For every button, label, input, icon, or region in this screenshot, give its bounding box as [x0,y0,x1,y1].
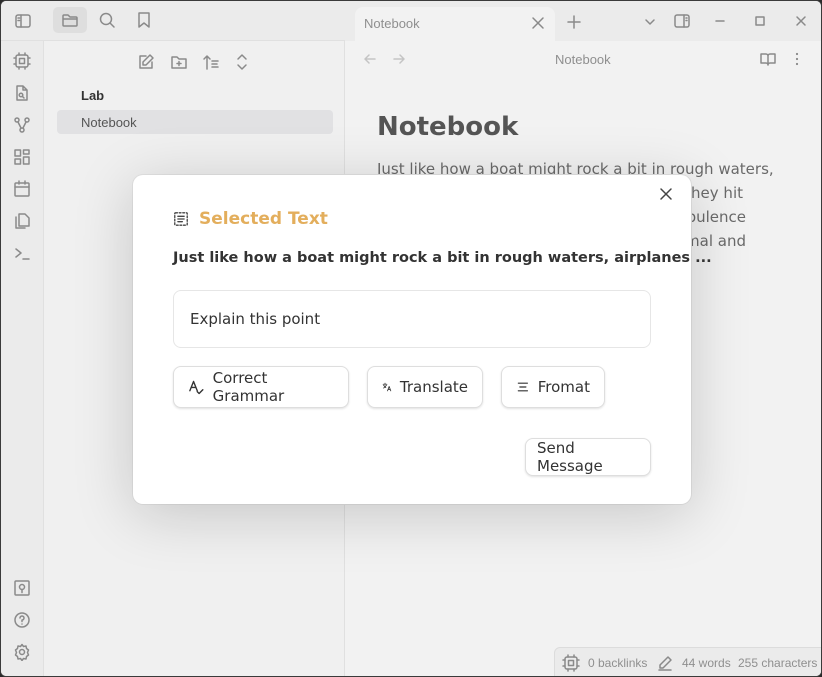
send-message-button[interactable]: Send Message [525,438,651,476]
translate-button[interactable]: Translate [367,366,483,408]
selected-text-modal: Selected Text Just like how a boat might… [133,175,712,504]
button-label: Correct Grammar [212,369,285,405]
app-window: Lab Notebook Notebook Notebook Notebook … [0,0,822,677]
format-button[interactable]: Fromat [501,366,605,408]
button-label: Send Message [537,439,603,475]
translate-icon [382,382,392,392]
text-select-icon [173,211,189,227]
prompt-input[interactable]: Explain this point [173,290,651,348]
selected-text-preview: Just like how a boat might rock a bit in… [173,250,712,266]
close-icon[interactable] [657,185,675,203]
align-center-icon [517,382,529,392]
button-label: Fromat [537,378,590,396]
modal-heading: Selected Text [199,209,328,229]
correct-grammar-button[interactable]: Correct Grammar [173,366,349,408]
button-label: Translate [399,378,468,396]
spell-check-icon [189,380,204,395]
